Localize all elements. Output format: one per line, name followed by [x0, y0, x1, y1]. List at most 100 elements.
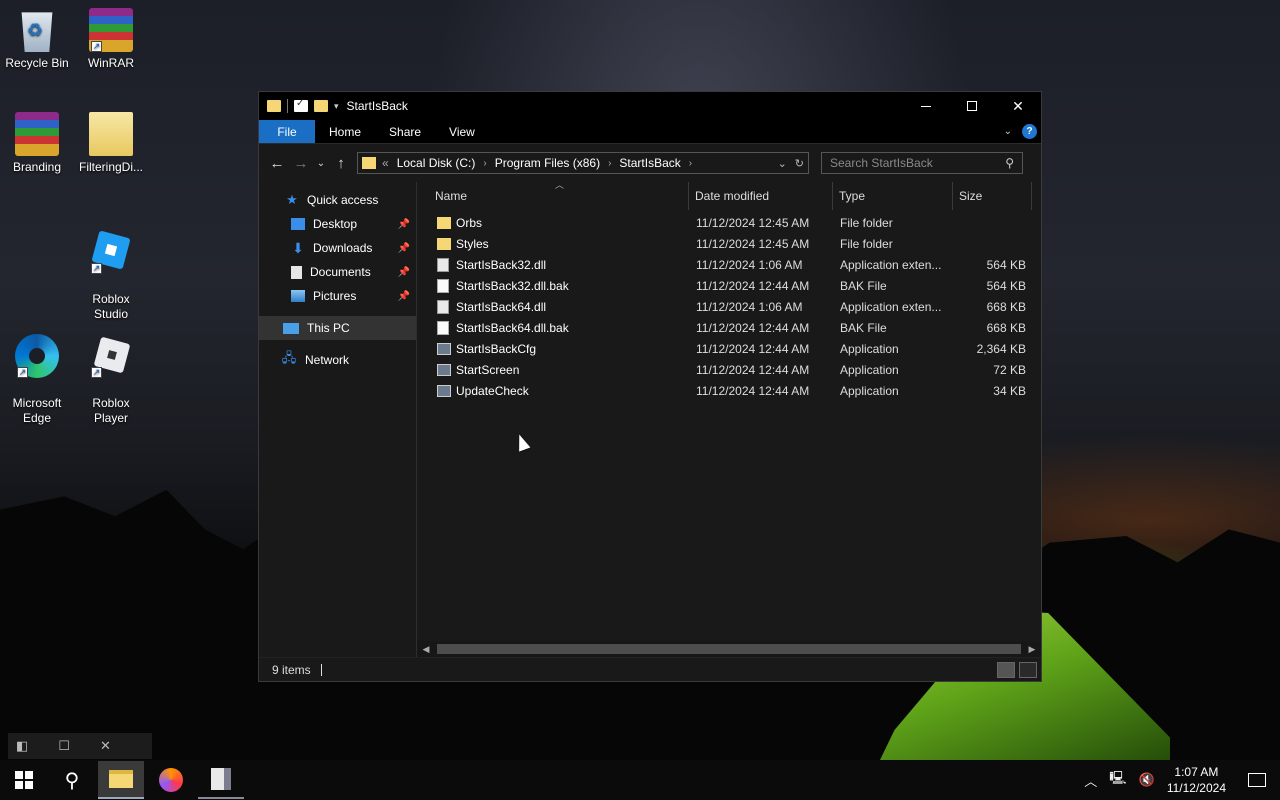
computer-icon	[283, 322, 299, 334]
desktop-icon-edge[interactable]: ↗ Microsoft Edge	[1, 320, 73, 440]
taskbar-firefox[interactable]	[148, 761, 194, 799]
file-name: StartIsBack64.dll.bak	[456, 320, 569, 335]
search-box[interactable]: Search StartIsBack ⚲	[821, 152, 1023, 174]
taskbar-startisback[interactable]	[198, 761, 244, 799]
nav-item-this-pc[interactable]: This PC	[259, 316, 416, 340]
column-header-name[interactable]: Name	[417, 182, 689, 210]
details-view-icon[interactable]	[997, 661, 1015, 678]
desktop-icon-roblox-player[interactable]: ↗ Roblox Player	[75, 320, 147, 440]
firefox-icon	[159, 768, 183, 792]
file-type: Application	[840, 341, 899, 356]
column-header-date[interactable]: Date modified	[689, 182, 833, 210]
application-icon	[437, 384, 451, 397]
file-row[interactable]: Styles 11/12/2024 12:45 AM File folder	[417, 233, 1041, 254]
star-icon: ★	[286, 192, 298, 207]
minimized-window-thumbnail[interactable]: ◧ ☐ ✕	[8, 733, 152, 759]
tab-share[interactable]: Share	[375, 120, 435, 143]
large-icons-view-icon[interactable]	[1019, 661, 1037, 678]
maximize-button[interactable]	[949, 92, 995, 120]
roblox-player-icon: ↗	[89, 334, 133, 378]
address-history-chevron-icon[interactable]: ⌄	[778, 157, 787, 170]
file-row[interactable]: StartIsBack32.dll.bak 11/12/2024 12:44 AM…	[417, 275, 1041, 296]
forward-arrow-icon[interactable]: →	[289, 155, 313, 172]
help-icon[interactable]: ?	[1022, 124, 1037, 139]
nav-item-pictures[interactable]: Pictures 📌	[259, 284, 416, 308]
breadcrumb-local-disk[interactable]: Local Disk (C:)	[397, 156, 476, 170]
nav-item-desktop[interactable]: Desktop 📌	[259, 212, 416, 236]
action-center-icon[interactable]	[1248, 773, 1266, 787]
title-bar[interactable]: ▾ StartIsBack ✕	[259, 92, 1041, 120]
file-date: 11/12/2024 12:44 AM	[696, 362, 810, 377]
network-status-icon[interactable]: 🖳	[1109, 769, 1126, 791]
desktop-icon-roblox-studio[interactable]: ↗ Roblox Studio	[75, 216, 147, 336]
start-button[interactable]	[0, 760, 48, 800]
desktop-icon-branding[interactable]: Branding	[1, 112, 73, 175]
breadcrumb-chevron-icon[interactable]: ›	[608, 158, 611, 169]
clock[interactable]: 1:07 AM 11/12/2024	[1167, 764, 1226, 796]
nav-item-label: Pictures	[313, 289, 357, 303]
breadcrumb-chevron-icon[interactable]: ›	[689, 158, 692, 169]
column-header-type[interactable]: Type	[833, 182, 953, 210]
file-row[interactable]: Orbs 11/12/2024 12:45 AM File folder	[417, 212, 1041, 233]
scroll-right-icon[interactable]: ▶	[1023, 644, 1041, 655]
nav-item-downloads[interactable]: ⬇ Downloads 📌	[259, 236, 416, 260]
document-icon	[291, 265, 302, 279]
column-header-size[interactable]: Size	[953, 182, 1032, 210]
file-name: StartIsBack32.dll.bak	[456, 278, 569, 293]
tab-home[interactable]: Home	[315, 120, 375, 143]
scrollbar-thumb[interactable]	[437, 644, 1021, 654]
taskbar-file-explorer[interactable]	[98, 761, 144, 799]
breadcrumb-chevron-icon[interactable]: ›	[483, 158, 486, 169]
desktop-icon-filteringdi[interactable]: FilteringDi...	[75, 112, 147, 175]
desktop-icon-label: Branding	[12, 160, 62, 174]
pin-icon: 📌	[397, 242, 410, 254]
file-row[interactable]: StartIsBackCfg 11/12/2024 12:44 AM Applica…	[417, 338, 1041, 359]
breadcrumb-program-files[interactable]: Program Files (x86)	[495, 156, 600, 170]
refresh-icon[interactable]: ↻	[795, 157, 804, 170]
new-folder-icon[interactable]	[314, 100, 328, 112]
firefox-restore-icon[interactable]: ◧	[16, 738, 28, 754]
file-date: 11/12/2024 12:44 AM	[696, 383, 810, 398]
desktop-icon	[291, 218, 305, 230]
file-type: File folder	[840, 236, 893, 251]
shortcut-arrow-icon: ↗	[91, 41, 102, 52]
desktop-icon-recycle-bin[interactable]: Recycle Bin	[1, 8, 73, 71]
desktop-icon-winrar[interactable]: ↗ WinRAR	[75, 8, 147, 71]
winrar-icon: ↗	[89, 8, 133, 52]
file-row[interactable]: StartScreen 11/12/2024 12:44 AM Applicatio…	[417, 359, 1041, 380]
horizontal-scrollbar[interactable]: ◀ ▶	[417, 641, 1041, 657]
dll-file-icon	[437, 299, 449, 314]
nav-item-quick-access[interactable]: ★ Quick access	[259, 188, 416, 212]
navigation-pane: ★ Quick access Desktop 📌 ⬇ Downloads 📌 D…	[259, 182, 417, 657]
file-row[interactable]: StartIsBack64.dll.bak 11/12/2024 12:44 AM…	[417, 317, 1041, 338]
file-date: 11/12/2024 1:06 AM	[696, 299, 803, 314]
close-icon[interactable]: ✕	[100, 738, 111, 754]
nav-item-documents[interactable]: Documents 📌	[259, 260, 416, 284]
breadcrumb-overflow[interactable]: «	[382, 156, 389, 170]
search-icon[interactable]: ⚲	[48, 768, 96, 793]
file-row[interactable]: StartIsBack64.dll 11/12/2024 1:06 AM Appli…	[417, 296, 1041, 317]
file-row[interactable]: UpdateCheck 11/12/2024 12:44 AM Applicatio…	[417, 380, 1041, 401]
customize-toolbar-chevron-icon[interactable]: ▾	[334, 101, 339, 112]
nav-item-network[interactable]: 🖧 Network	[259, 348, 416, 372]
breadcrumb-startisback[interactable]: StartIsBack	[619, 156, 680, 170]
volume-muted-icon[interactable]: 🔇	[1139, 772, 1155, 788]
expand-ribbon-chevron-icon[interactable]: ⌄	[1004, 126, 1012, 137]
tab-view[interactable]: View	[435, 120, 489, 143]
recycle-bin-icon	[21, 12, 53, 52]
close-button[interactable]: ✕	[995, 92, 1041, 120]
file-row[interactable]: StartIsBack32.dll 11/12/2024 1:06 AM Appli…	[417, 254, 1041, 275]
back-arrow-icon[interactable]: ←	[265, 155, 289, 172]
scroll-left-icon[interactable]: ◀	[417, 644, 435, 655]
show-hidden-icons-chevron-icon[interactable]: ︿	[1084, 771, 1097, 790]
file-name: StartScreen	[456, 362, 520, 377]
minimize-button[interactable]	[903, 92, 949, 120]
item-count: 9 items	[272, 662, 311, 677]
address-bar[interactable]: « Local Disk (C:) › Program Files (x86) …	[357, 152, 809, 174]
up-arrow-icon[interactable]: ↑	[329, 155, 353, 172]
properties-icon[interactable]	[294, 98, 308, 112]
file-list: Orbs 11/12/2024 12:45 AM File folder Styles…	[417, 210, 1041, 401]
maximize-icon[interactable]: ☐	[58, 738, 70, 754]
recent-locations-chevron-icon[interactable]: ⌄	[313, 158, 329, 169]
tab-file[interactable]: File	[259, 120, 315, 143]
